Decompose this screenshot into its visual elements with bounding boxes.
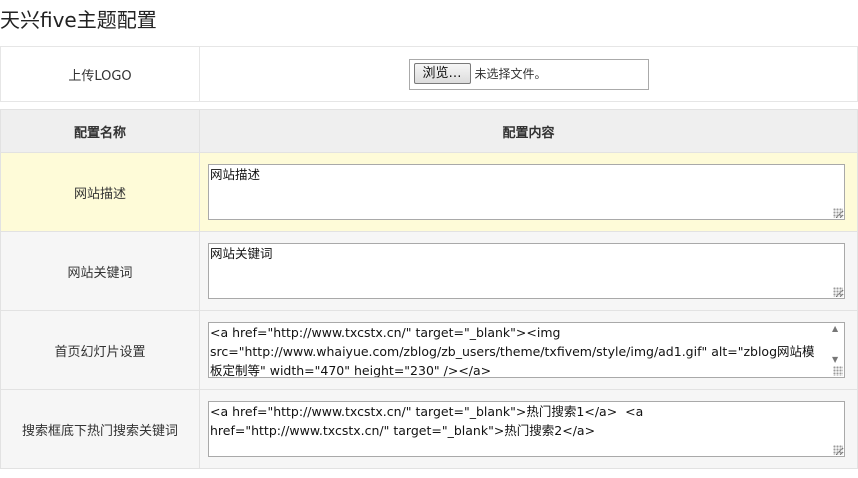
- table-row: 网站描述 网站描述: [0, 152, 858, 232]
- slideshow-textarea[interactable]: <a href="http://www.txcstx.cn/" target="…: [208, 322, 845, 378]
- row-content: <a href="http://www.txcstx.cn/" target="…: [199, 389, 858, 469]
- header-config-content: 配置内容: [199, 109, 858, 153]
- row-content: 网站关键词: [199, 231, 858, 311]
- row-label-hot-search-keywords: 搜索框底下热门搜索关键词: [0, 389, 200, 469]
- logo-upload-row: 上传LOGO 浏览… 未选择文件。: [0, 46, 858, 102]
- browse-button[interactable]: 浏览…: [413, 62, 471, 84]
- row-label-site-keywords: 网站关键词: [0, 231, 200, 311]
- file-status-text: 未选择文件。: [474, 66, 547, 81]
- logo-file-input[interactable]: 浏览… 未选择文件。: [408, 58, 649, 90]
- row-label-slideshow: 首页幻灯片设置: [0, 310, 200, 390]
- page-title: 天兴five主题配置: [0, 8, 157, 32]
- row-label-site-description: 网站描述: [0, 152, 200, 232]
- site-description-textarea[interactable]: 网站描述: [208, 164, 845, 220]
- site-keywords-textarea[interactable]: 网站关键词: [208, 243, 845, 299]
- row-content: 网站描述: [199, 152, 858, 232]
- logo-upload-label: 上传LOGO: [0, 46, 200, 102]
- table-header-row: 配置名称 配置内容: [0, 109, 858, 153]
- scroll-up-icon[interactable]: ▲: [832, 324, 838, 334]
- logo-upload-cell: 浏览… 未选择文件。: [199, 46, 858, 102]
- textarea-scrollbar[interactable]: ▲ ▼: [828, 323, 844, 377]
- table-row: 首页幻灯片设置 <a href="http://www.txcstx.cn/" …: [0, 310, 858, 390]
- table-row: 搜索框底下热门搜索关键词 <a href="http://www.txcstx.…: [0, 389, 858, 469]
- scroll-down-icon[interactable]: ▼: [832, 355, 838, 365]
- logo-upload-table: 上传LOGO 浏览… 未选择文件。: [0, 46, 858, 102]
- row-content: <a href="http://www.txcstx.cn/" target="…: [199, 310, 858, 390]
- config-table: 配置名称 配置内容 网站描述 网站描述 网站关键词 网站关键词 首页幻灯片设置 …: [0, 109, 858, 469]
- hot-search-keywords-textarea[interactable]: <a href="http://www.txcstx.cn/" target="…: [208, 401, 845, 457]
- table-row: 网站关键词 网站关键词: [0, 231, 858, 311]
- header-config-name: 配置名称: [0, 109, 200, 153]
